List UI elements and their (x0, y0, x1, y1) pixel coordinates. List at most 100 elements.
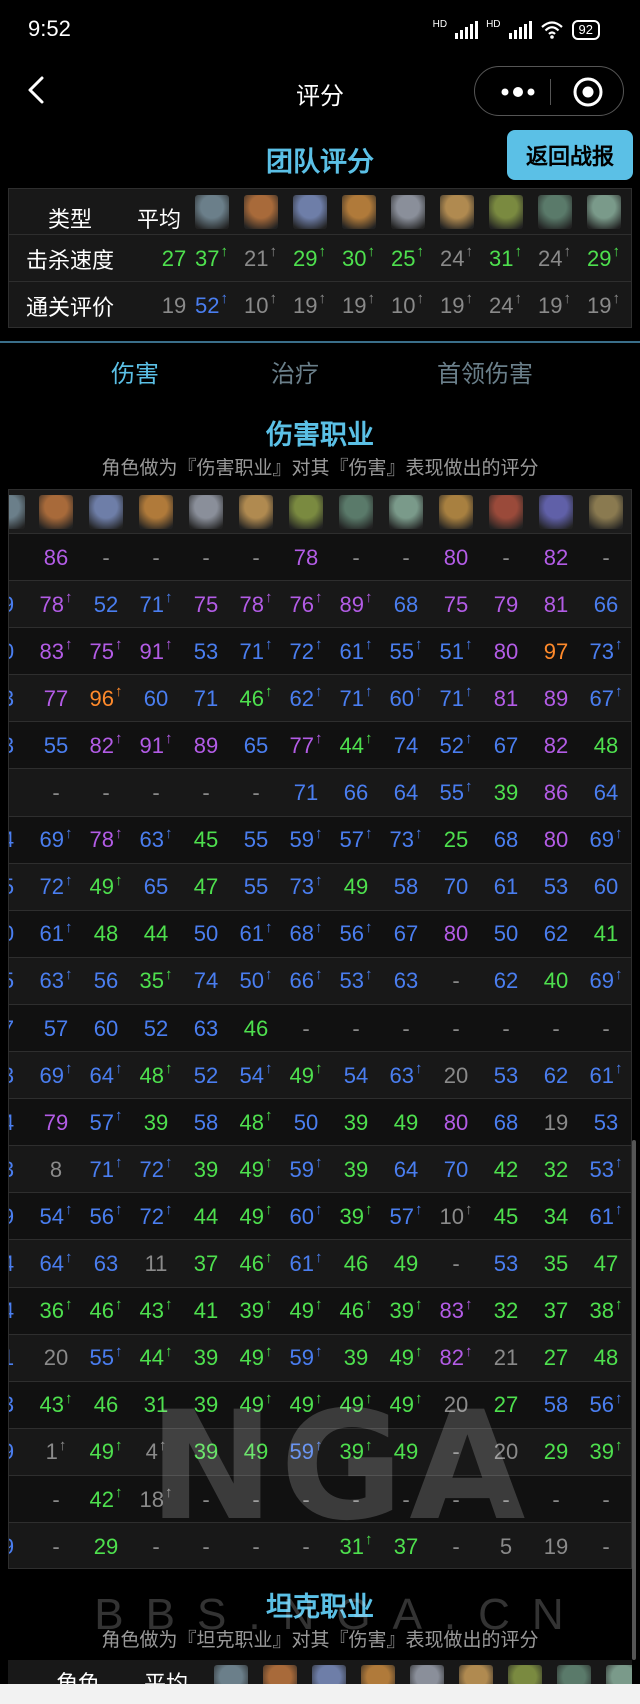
tab-boss-damage[interactable]: 首领伤害 (410, 354, 560, 389)
up-arrow-icon: ↑ (614, 1060, 623, 1078)
score-cell: 52 ↑ (187, 282, 236, 327)
score-value: 65 (143, 874, 169, 900)
score-cell: - (581, 1523, 631, 1568)
scrollbar[interactable] (632, 1140, 636, 1660)
character-avatar[interactable] (194, 195, 229, 229)
score-cell: 1 ↑ (31, 1429, 81, 1476)
dps-score-row[interactable]: 436↑46↑43↑4139↑49↑46↑39↑83↑323738↑ (9, 1287, 631, 1335)
character-avatar[interactable] (339, 495, 373, 529)
score-cell: 21 (481, 1335, 531, 1382)
score-cell: 58 (531, 1382, 581, 1429)
score-cell: 43 ↑ (31, 1382, 81, 1429)
dps-score-row[interactable]: 978↑5271↑7578↑76↑89↑6875798166 (9, 581, 631, 629)
tab-healing[interactable]: 治疗 (250, 354, 340, 389)
close-target-icon[interactable] (571, 75, 605, 109)
dps-score-row[interactable]: 343↑46313949↑49↑49↑49↑20275856↑ (9, 1381, 631, 1429)
dps-score-row[interactable]: 91↑49↑4↑394959↑39↑49-202939↑ (9, 1428, 631, 1476)
character-avatar[interactable] (589, 495, 623, 529)
score-value: - (502, 1015, 510, 1041)
score-value: 31 (143, 1392, 169, 1418)
score-value: 10 (391, 292, 416, 318)
dps-avatar-cell (331, 490, 381, 534)
up-arrow-icon: ↑ (563, 243, 571, 260)
score-value: - (252, 544, 260, 570)
score-cell: 57 ↑ (331, 817, 381, 864)
score-value: 49 (239, 1392, 264, 1418)
dps-score-table[interactable]: 86----78--80-82-978↑5271↑7578↑76↑89↑6875… (8, 489, 632, 1569)
character-avatar[interactable] (488, 195, 523, 229)
score-value: 43 (39, 1392, 64, 1418)
score-cell: 43 ↑ (131, 1288, 181, 1335)
score-value: 60 (289, 1203, 314, 1229)
dps-score-row[interactable]: 369↑64↑48↑5254↑49↑5463↑20536261↑ (9, 1052, 631, 1100)
score-value: 59 (289, 827, 314, 853)
dps-score-row[interactable]: 86 - - - - 78 - - 80 - 82 - (9, 534, 631, 582)
score-cell: 49 (331, 864, 381, 911)
character-avatar[interactable] (389, 495, 423, 529)
dps-score-row[interactable]: 35582↑91↑896577↑44↑7452↑678248 (9, 722, 631, 770)
character-avatar[interactable] (89, 495, 123, 529)
character-avatar[interactable] (189, 495, 223, 529)
character-avatar[interactable] (537, 195, 572, 229)
character-avatar[interactable] (9, 495, 25, 529)
character-avatar[interactable] (139, 495, 173, 529)
dps-score-row[interactable]: - - - - - 71 66 64 55 ↑ 39 86 64 (9, 769, 631, 817)
score-cell: 53 (531, 864, 581, 911)
dps-score-row[interactable]: -42 ↑ 18 ↑ - - - - - - - - - (9, 1476, 631, 1524)
dps-score-row[interactable]: 3871↑72↑3949↑59↑396470423253↑ (9, 1146, 631, 1194)
score-cell: 36 ↑ (31, 1288, 81, 1335)
character-avatar[interactable] (489, 495, 523, 529)
score-cell: 70 (431, 1146, 481, 1193)
score-cell: 49 ↑ (281, 1052, 331, 1099)
score-value: 35 (139, 968, 164, 994)
dps-score-row[interactable]: 083↑75↑91↑5371↑72↑61↑55↑51↑809773↑ (9, 628, 631, 676)
team-avatar-cell (383, 189, 432, 235)
character-avatar[interactable] (390, 195, 425, 229)
score-value: 49 (393, 1439, 419, 1465)
score-cell: 3 (9, 722, 33, 769)
up-arrow-icon: ↑ (414, 636, 423, 654)
character-avatar[interactable] (39, 495, 73, 529)
dps-score-row[interactable]: 464↑63113746↑61↑4649-533547 (9, 1240, 631, 1288)
dps-score-row[interactable]: 572↑49↑65475573↑495870615360 (9, 863, 631, 911)
dps-score-row[interactable]: 12055↑44↑3949↑59↑3949↑82↑212748 (9, 1334, 631, 1382)
score-value: 49 (289, 1062, 314, 1088)
character-avatar[interactable] (341, 195, 376, 229)
score-cell: - (431, 1005, 481, 1052)
character-avatar[interactable] (239, 495, 273, 529)
score-value: - (302, 1533, 310, 1559)
dps-score-row[interactable]: 7 57 60 52 63 46 - - - - - - - (9, 1005, 631, 1053)
score-cell: 67 (381, 911, 431, 958)
score-value: 44 (193, 1203, 219, 1229)
character-avatar[interactable] (292, 195, 327, 229)
score-cell: 76 ↑ (281, 581, 331, 628)
score-value: 49 (393, 1109, 419, 1135)
character-avatar[interactable] (243, 195, 278, 229)
score-value: 62 (493, 968, 519, 994)
dps-score-row[interactable]: 37796↑607146↑62↑71↑60↑71↑818967↑ (9, 675, 631, 723)
character-avatar[interactable] (289, 495, 323, 529)
up-arrow-icon: ↑ (164, 1154, 173, 1172)
score-value: 53 (493, 1062, 519, 1088)
score-value: 54 (343, 1062, 369, 1088)
character-avatar[interactable] (439, 195, 474, 229)
score-cell: 78 (281, 534, 331, 581)
score-cell: 19 (531, 1523, 581, 1568)
dps-score-row[interactable]: 061↑48445061↑68↑56↑6780506241 (9, 910, 631, 958)
dps-score-row[interactable]: 47957↑395848↑50394980681953 (9, 1099, 631, 1147)
character-avatar[interactable] (539, 495, 573, 529)
tab-damage[interactable]: 伤害 (80, 354, 190, 389)
character-avatar[interactable] (439, 495, 473, 529)
score-value: 89 (339, 591, 364, 617)
dps-score-row[interactable]: 954↑56↑72↑4449↑60↑39↑57↑10↑453461↑ (9, 1193, 631, 1241)
more-icon[interactable] (493, 81, 543, 103)
up-arrow-icon: ↑ (364, 1295, 373, 1313)
score-cell: 49 (381, 1241, 431, 1288)
back-to-report-button[interactable]: 返回战报 (507, 130, 633, 180)
dps-score-row[interactable]: 563↑5635↑7450↑66↑53↑63-624069↑ (9, 957, 631, 1005)
character-avatar[interactable] (586, 195, 621, 229)
dps-score-row[interactable]: 9-29----31↑37-519- (9, 1523, 631, 1568)
dps-score-row[interactable]: 469↑78↑63↑455559↑57↑73↑25688069↑ (9, 816, 631, 864)
score-cell: 44 ↑ (331, 722, 381, 769)
score-cell: 61 ↑ (31, 911, 81, 958)
